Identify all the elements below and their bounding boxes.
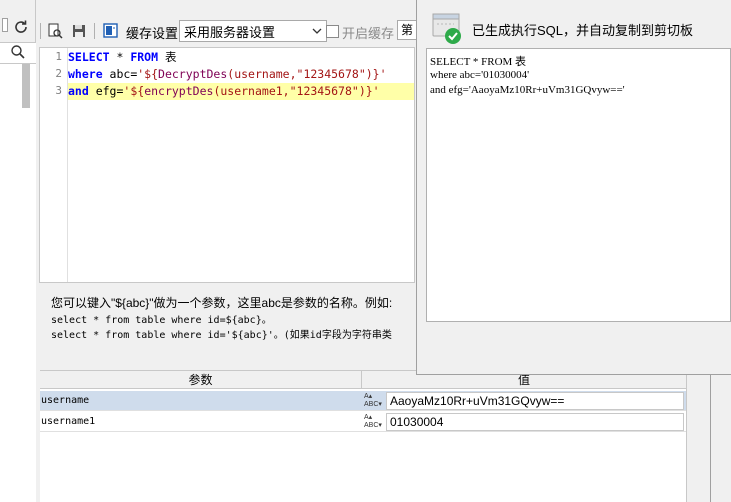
sql-line: where abc='01030004': [430, 69, 530, 81]
right-panel-edge: [686, 370, 731, 502]
editor-toolbar: 缓存设置 采用服务器设置 开启缓存: [38, 15, 418, 47]
refresh-button[interactable]: [9, 17, 33, 37]
refresh-icon: [15, 20, 27, 33]
sql-line: SELECT * FROM 表: [430, 56, 527, 68]
sql-keyword: and: [68, 84, 89, 98]
data-tree[interactable]: [0, 64, 36, 502]
code-text: efg=: [88, 84, 124, 98]
code-function: DecryptDes: [158, 67, 228, 81]
panel-divider[interactable]: [710, 375, 711, 502]
save-icon: [73, 25, 85, 37]
tree-scrollbar[interactable]: [22, 64, 30, 108]
line-number: 3: [55, 84, 62, 97]
line-number: 1: [55, 50, 62, 63]
param-type-icon[interactable]: A▴ ABC▾: [362, 413, 384, 431]
help-example: select * from table where id=${abc}。: [51, 315, 272, 326]
success-check-icon: [432, 13, 464, 45]
code-line-1[interactable]: SELECT * FROM 表: [68, 49, 414, 66]
toolbar-separator: [94, 23, 95, 39]
search-icon[interactable]: [10, 44, 26, 60]
code-text: 表: [158, 50, 177, 64]
toolbar-separator: [40, 23, 41, 39]
param-type-icon[interactable]: A▴ ABC▾: [362, 392, 384, 410]
sql-keyword: FROM: [130, 50, 159, 64]
code-string: (username1,"12345678")}': [213, 84, 380, 98]
param-value-input[interactable]: AaoyaMz10Rr+uVm31GQvyw==: [386, 392, 684, 410]
code-line-2[interactable]: where abc='${DecryptDes(username,"123456…: [68, 66, 414, 83]
param-value-input[interactable]: 01030004: [386, 413, 684, 431]
code-text: abc=: [102, 67, 138, 81]
table-row[interactable]: username A▴ ABC▾ AaoyaMz10Rr+uVm31GQvyw==: [40, 391, 686, 411]
cache-settings-icon[interactable]: [102, 22, 120, 40]
chevron-down-icon: [312, 28, 322, 34]
cache-mode-value: 采用服务器设置: [184, 24, 276, 40]
code-string: (username,"12345678")}': [227, 67, 387, 81]
help-text: 您可以键入"${abc}"做为一个参数，这里abc是参数的名称。例如:: [51, 296, 393, 310]
cache-settings-label: 缓存设置: [126, 26, 179, 41]
cache-mode-select[interactable]: 采用服务器设置: [179, 20, 327, 42]
enable-cache-checkbox[interactable]: [326, 25, 339, 38]
code-function: encryptDes: [144, 84, 214, 98]
code-string: '${: [123, 84, 145, 98]
line-gutter: 1 2 3: [40, 48, 68, 282]
code-string: '${: [137, 67, 159, 81]
enable-cache-label: 开启缓存: [342, 26, 395, 41]
parameter-help: 您可以键入"${abc}"做为一个参数，这里abc是参数的名称。例如: sele…: [40, 284, 420, 370]
line-number: 2: [55, 67, 62, 80]
popup-message: 已生成执行SQL，并自动复制到剪切板: [472, 23, 694, 38]
sql-line: and efg='AaoyaMz10Rr+uVm31GQvyw==': [430, 84, 625, 96]
panel-collapse-box[interactable]: [2, 18, 8, 32]
param-name: username1: [41, 416, 96, 427]
code-line-3[interactable]: and efg='${encryptDes(username1,"1234567…: [68, 83, 414, 100]
sql-keyword: where: [68, 67, 103, 81]
toolbar-more-button[interactable]: 第: [397, 20, 417, 40]
preview-sql-button[interactable]: [46, 22, 64, 40]
column-header-param[interactable]: 参数: [40, 371, 362, 389]
sql-keyword: SELECT: [68, 50, 110, 64]
table-row[interactable]: username1 A▴ ABC▾ 01030004: [40, 412, 686, 432]
code-text: *: [109, 50, 131, 64]
param-name: username: [41, 395, 90, 406]
generated-sql-text[interactable]: SELECT * FROM 表 where abc='01030004' and…: [426, 48, 731, 322]
save-button[interactable]: [70, 22, 88, 40]
parameters-table: 参数 值 username A▴ ABC▾ AaoyaMz10Rr+uVm31GQ…: [40, 370, 686, 502]
help-example: select * from table where id='${abc}'。(如…: [51, 330, 392, 341]
preview-icon: [48, 23, 63, 39]
